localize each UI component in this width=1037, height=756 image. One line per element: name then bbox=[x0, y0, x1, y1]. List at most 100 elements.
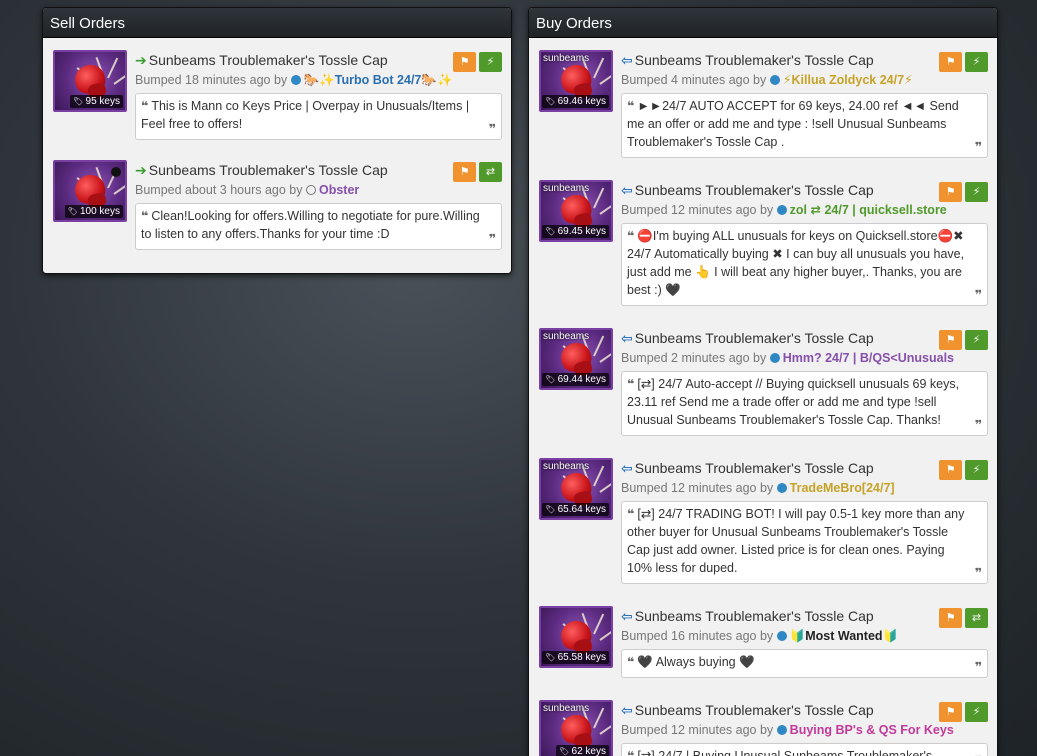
item-title[interactable]: ➔ Sunbeams Troublemaker's Tossle Cap bbox=[135, 50, 502, 70]
listing-comment: ❝ [⇄] 24/7 TRADING BOT! I will pay 0.5-1 … bbox=[621, 501, 988, 584]
item-title-text: Sunbeams Troublemaker's Tossle Cap bbox=[634, 460, 874, 476]
listing-actions: ⚑ ⚡ bbox=[936, 182, 988, 202]
sunbeam-ray bbox=[593, 57, 605, 79]
price-value: 65.58 keys bbox=[557, 652, 606, 663]
flag-button[interactable]: ⚑ bbox=[939, 460, 962, 480]
bumped-info: Bumped 12 minutes ago by TradeMeBro[24/7… bbox=[621, 478, 988, 498]
listing: sunbeams 🏷 65.64 keys ⇦ Sunbeams Troublemak… bbox=[538, 450, 988, 584]
flag-icon: ⚑ bbox=[459, 56, 470, 68]
item-title[interactable]: ⇦ Sunbeams Troublemaker's Tossle Cap bbox=[621, 700, 988, 720]
user-link[interactable]: 🔰Most Wanted🔰 bbox=[790, 629, 898, 643]
user-link[interactable]: zol ⇄ 24/7 bbox=[790, 203, 849, 217]
listing-actions: ⚑ ⚡ bbox=[936, 460, 988, 480]
instant-trade-button[interactable]: ⚡ bbox=[965, 330, 988, 350]
instant-trade-button[interactable]: ⚡ bbox=[479, 52, 502, 72]
flag-icon: ⚑ bbox=[459, 166, 470, 178]
item-title[interactable]: ⇦ Sunbeams Troublemaker's Tossle Cap bbox=[621, 50, 988, 70]
flag-button[interactable]: ⚑ bbox=[939, 330, 962, 350]
trade-icon: ⇄ bbox=[971, 612, 982, 624]
item-icon[interactable]: sunbeams 🏷 69.44 keys bbox=[539, 328, 613, 390]
listing-comment: ❝ ⛔I'm buying ALL unusuals for keys on Qu… bbox=[621, 223, 988, 306]
item-title-text: Sunbeams Troublemaker's Tossle Cap bbox=[634, 330, 874, 346]
sunbeam-ray bbox=[599, 626, 611, 641]
price-tag: 🏷 65.58 keys bbox=[542, 651, 609, 664]
flag-button[interactable]: ⚑ bbox=[939, 608, 962, 628]
sunbeam-ray bbox=[113, 180, 125, 195]
listing: 🏷 65.58 keys ⇦ Sunbeams Troublemaker's Tos… bbox=[538, 598, 988, 678]
online-status-icon bbox=[769, 75, 780, 85]
quote-open-icon: ❝ bbox=[627, 749, 635, 756]
bolt-icon: ⚡ bbox=[486, 56, 495, 68]
online-status-icon bbox=[290, 75, 301, 85]
item-title[interactable]: ➔ Sunbeams Troublemaker's Tossle Cap bbox=[135, 160, 502, 180]
flag-button[interactable]: ⚑ bbox=[939, 52, 962, 72]
tag-icon: 🏷 bbox=[545, 375, 558, 384]
effect-label: sunbeams bbox=[543, 183, 590, 194]
bolt-icon: ⚡ bbox=[972, 464, 981, 476]
item-icon[interactable]: 🏷 100 keys bbox=[53, 160, 127, 222]
listing-actions: ⚑ ⚡ bbox=[450, 52, 502, 72]
quote-open-icon: ❝ bbox=[141, 209, 149, 223]
flag-button[interactable]: ⚑ bbox=[939, 182, 962, 202]
instant-trade-button[interactable]: ⚡ bbox=[965, 182, 988, 202]
flag-button[interactable]: ⚑ bbox=[453, 52, 476, 72]
user-link[interactable]: ⚡Killua Zoldyck 24/7⚡ bbox=[783, 73, 913, 87]
sell-orders-panel: Sell Orders 🏷 95 keys ➔ Sunbeams Troublema… bbox=[42, 7, 512, 274]
user-tag: | quicksell.store bbox=[848, 203, 947, 217]
sunbeam-ray bbox=[593, 707, 605, 729]
item-icon[interactable]: 🏷 65.58 keys bbox=[539, 606, 613, 668]
instant-trade-button[interactable]: ⚡ bbox=[965, 702, 988, 722]
item-content: ⇦ Sunbeams Troublemaker's Tossle Cap ⚑ ⚡ Bum… bbox=[621, 458, 988, 584]
online-status-icon bbox=[305, 185, 316, 195]
quote-open-icon: ❝ bbox=[627, 99, 635, 113]
listing-comment: ❝ [⇄] 24/7 | Buying Unusual Sunbeams Trou… bbox=[621, 743, 988, 756]
item-title[interactable]: ⇦ Sunbeams Troublemaker's Tossle Cap bbox=[621, 328, 988, 348]
bumped-info: Bumped 12 minutes ago by Buying BP's & Q… bbox=[621, 720, 988, 740]
arrow-left-icon: ⇦ bbox=[621, 182, 633, 198]
flag-icon: ⚑ bbox=[945, 56, 956, 68]
listing-actions: ⚑ ⚡ bbox=[936, 330, 988, 350]
listing: sunbeams 🏷 69.45 keys ⇦ Sunbeams Troublemak… bbox=[538, 172, 988, 306]
sell-orders-list: 🏷 95 keys ➔ Sunbeams Troublemaker's Tossle… bbox=[43, 42, 511, 250]
trade-offer-button[interactable]: ⇄ bbox=[479, 162, 502, 182]
sunbeam-ray bbox=[599, 200, 611, 215]
user-link[interactable]: Buying BP's & QS For Keys bbox=[790, 723, 954, 737]
user-link[interactable]: Obster bbox=[319, 183, 359, 197]
instant-trade-button[interactable]: ⚡ bbox=[965, 460, 988, 480]
price-value: 69.44 keys bbox=[557, 374, 606, 385]
comment-text: Clean!Looking for offers.Willing to nego… bbox=[141, 209, 480, 241]
instant-trade-button[interactable]: ⚡ bbox=[965, 52, 988, 72]
item-title[interactable]: ⇦ Sunbeams Troublemaker's Tossle Cap bbox=[621, 606, 988, 626]
comment-text: This is Mann co Keys Price | Overpay in … bbox=[141, 99, 470, 131]
quote-close-icon: ❞ bbox=[974, 288, 982, 302]
quote-open-icon: ❝ bbox=[627, 507, 635, 521]
item-title[interactable]: ⇦ Sunbeams Troublemaker's Tossle Cap bbox=[621, 180, 988, 200]
item-title[interactable]: ⇦ Sunbeams Troublemaker's Tossle Cap bbox=[621, 458, 988, 478]
quote-close-icon: ❞ bbox=[974, 418, 982, 432]
item-icon[interactable]: sunbeams 🏷 65.64 keys bbox=[539, 458, 613, 520]
user-link[interactable]: 🐎✨Turbo Bot 24/7🐎✨ bbox=[304, 73, 453, 87]
flag-button[interactable]: ⚑ bbox=[939, 702, 962, 722]
trade-offer-button[interactable]: ⇄ bbox=[965, 608, 988, 628]
bolt-icon: ⚡ bbox=[972, 186, 981, 198]
item-icon[interactable]: 🏷 95 keys bbox=[53, 50, 127, 112]
item-icon[interactable]: sunbeams 🏷 69.46 keys bbox=[539, 50, 613, 112]
listing-actions: ⚑ ⚡ bbox=[936, 52, 988, 72]
arrow-right-icon: ➔ bbox=[135, 52, 147, 68]
quote-close-icon: ❞ bbox=[488, 122, 496, 136]
item-content: ⇦ Sunbeams Troublemaker's Tossle Cap ⚑ ⚡ Bum… bbox=[621, 50, 988, 158]
listing-comment: ❝ Clean!Looking for offers.Willing to neg… bbox=[135, 203, 502, 250]
user-link[interactable]: TradeMeBro[24/7] bbox=[790, 481, 895, 495]
quote-open-icon: ❝ bbox=[627, 229, 635, 243]
arrow-left-icon: ⇦ bbox=[621, 608, 633, 624]
item-icon[interactable]: sunbeams 🏷 69.45 keys bbox=[539, 180, 613, 242]
flag-button[interactable]: ⚑ bbox=[453, 162, 476, 182]
user-link[interactable]: Hmm? 24/7 bbox=[783, 351, 850, 365]
item-icon[interactable]: sunbeams 🏷 62 keys bbox=[539, 700, 613, 756]
flag-icon: ⚑ bbox=[945, 706, 956, 718]
item-title-text: Sunbeams Troublemaker's Tossle Cap bbox=[634, 182, 874, 198]
bumped-info: Bumped 12 minutes ago by zol ⇄ 24/7 | qu… bbox=[621, 200, 988, 220]
bolt-icon: ⚡ bbox=[972, 334, 981, 346]
item-content: ⇦ Sunbeams Troublemaker's Tossle Cap ⚑ ⚡ Bum… bbox=[621, 700, 988, 756]
bumped-text: Bumped 12 minutes ago by bbox=[621, 203, 774, 217]
